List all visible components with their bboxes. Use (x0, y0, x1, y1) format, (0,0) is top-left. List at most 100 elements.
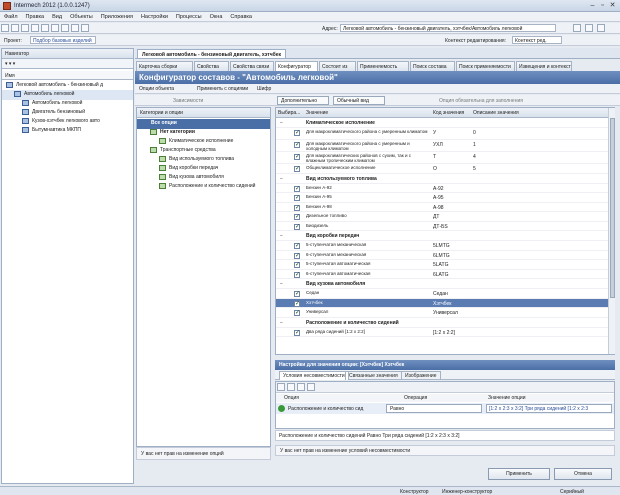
menu-item[interactable]: Файл (0, 12, 22, 20)
grid-row[interactable]: Хэтчбек Хэтчбек (276, 298, 608, 308)
tab-8[interactable]: Извещения и контекст (516, 61, 572, 71)
nav-tree-node[interactable]: Бытумнавтика МКПП (2, 126, 133, 136)
settings-row[interactable]: Расположение и количество сид Равно [1:2… (276, 403, 614, 414)
settings-row-operation[interactable]: Равно (386, 404, 482, 413)
grid-scroll-thumb[interactable] (610, 118, 615, 298)
grid-row[interactable]: Универсал Универсал (276, 308, 608, 318)
grid-row[interactable]: Биодизель ДТ-БS (276, 222, 608, 231)
row-checkbox[interactable] (294, 204, 300, 211)
back-icon[interactable] (1, 24, 9, 32)
grid-row[interactable]: Для макроклиматического района с умеренн… (276, 140, 608, 152)
collapse-icon[interactable]: − (280, 120, 283, 126)
grid-row[interactable]: Дизельное топливо ДТ (276, 212, 608, 222)
grid-row[interactable]: Для макроклиматического района с умеренн… (276, 128, 608, 140)
copy-icon[interactable] (71, 24, 79, 32)
settings-tab-1[interactable]: Связанные значения (345, 371, 402, 380)
row-checkbox[interactable] (294, 242, 300, 249)
apply-options-button[interactable]: Применить с опциями (197, 86, 248, 92)
menu-item[interactable]: Вид (48, 12, 66, 20)
grid-row[interactable]: 5-ступенчатая автоматическая 5LATG (276, 260, 608, 270)
settings-row-value[interactable]: [1:2 х 2:3 х 3:2] Три ряда сидений [1:2 … (486, 404, 612, 413)
project-field[interactable]: Подбор базовых изделий (30, 36, 96, 44)
cancel-button[interactable]: Отмена (554, 468, 612, 480)
menu-item[interactable]: Правка (22, 12, 49, 20)
down-icon[interactable] (307, 383, 315, 391)
row-checkbox[interactable] (294, 300, 300, 307)
settings-tab-0[interactable]: Условия несовместимости (279, 371, 349, 380)
print-icon[interactable] (51, 24, 59, 32)
row-checkbox[interactable] (294, 309, 300, 316)
grid-row[interactable]: 5-ступенчатая механическая 5LMTG (276, 241, 608, 251)
row-checkbox[interactable] (294, 165, 300, 172)
tab-5[interactable]: Применяемость (357, 61, 409, 71)
menu-item[interactable]: Процессы (172, 12, 206, 20)
row-checkbox[interactable] (294, 223, 300, 230)
grid-scrollbar[interactable] (608, 108, 615, 354)
row-checkbox[interactable] (294, 213, 300, 220)
home-icon[interactable] (21, 24, 29, 32)
grid-group-row[interactable]: − Вид коробки передач (276, 231, 608, 241)
grid-group-row[interactable]: − Климатическое исполнение (276, 118, 608, 128)
tab-3[interactable]: Конфигуратор (275, 61, 318, 71)
address-field[interactable]: Легковой автомобиль - бензиновый двигате… (340, 24, 556, 32)
grid-row[interactable]: Бензин А-98 А-98 (276, 203, 608, 212)
view-dropdown[interactable]: Обычный вид (333, 96, 385, 105)
grid-group-row[interactable]: − Вид используемого топлива (276, 174, 608, 184)
document-tab[interactable]: Легковой автомобиль - бензиновый двигате… (137, 49, 286, 59)
delete-condition-icon[interactable] (287, 383, 295, 391)
menu-item[interactable]: Приложения (97, 12, 137, 20)
grid-row[interactable]: Седан Седан (276, 289, 608, 299)
apply-button[interactable]: Применить (488, 468, 550, 480)
grid-group-row[interactable]: − Расположение и количество сидений (276, 318, 608, 328)
grid-row[interactable]: Бензин А-95 А-95 (276, 193, 608, 203)
help-icon[interactable] (597, 24, 605, 32)
cut-icon[interactable] (61, 24, 69, 32)
menu-item[interactable]: Окна (206, 12, 227, 20)
collapse-icon[interactable]: − (280, 176, 283, 182)
category-node[interactable]: Расположение и количество сидений (137, 182, 270, 192)
row-checkbox[interactable] (294, 153, 300, 160)
menu-item[interactable]: Настройки (137, 12, 172, 20)
grid-group-row[interactable]: − Вид кузова автомобиля (276, 279, 608, 289)
grid-row[interactable]: Два ряда сидений [1:2 х 2:2] [1:2 х 2:2] (276, 328, 608, 337)
close-icon[interactable]: ✕ (608, 2, 617, 10)
dependencies-button[interactable]: Зависимости (173, 98, 203, 104)
row-checkbox[interactable] (294, 261, 300, 268)
row-checkbox[interactable] (294, 290, 300, 297)
row-checkbox[interactable] (294, 185, 300, 192)
go-icon[interactable] (573, 24, 581, 32)
collapse-icon[interactable]: − (280, 281, 283, 287)
collapse-icon[interactable]: − (280, 320, 283, 326)
menu-item[interactable]: Справка (226, 12, 256, 20)
stop-icon[interactable] (585, 24, 593, 32)
grid-row[interactable]: 6-ступенчатая механическая 6LMTG (276, 251, 608, 260)
refresh-icon[interactable] (31, 24, 39, 32)
grid-row[interactable]: Для макроклиматических районов с сухим, … (276, 152, 608, 164)
context-field[interactable]: Контекст ред. (512, 36, 562, 44)
row-checkbox[interactable] (294, 252, 300, 259)
row-checkbox[interactable] (294, 329, 300, 336)
up-icon[interactable] (297, 383, 305, 391)
row-checkbox[interactable] (294, 141, 300, 148)
grid-row[interactable]: 6-ступенчатая автоматическая 6LATG (276, 270, 608, 279)
tab-7[interactable]: Поиск применяемости (456, 61, 515, 71)
tab-1[interactable]: Свойства (194, 61, 229, 71)
save-icon[interactable] (41, 24, 49, 32)
add-condition-icon[interactable] (277, 383, 285, 391)
tab-4[interactable]: Состоит из (319, 61, 356, 71)
row-checkbox[interactable] (294, 194, 300, 201)
tab-2[interactable]: Свойства связи (230, 61, 274, 71)
row-checkbox[interactable] (294, 129, 300, 136)
forward-icon[interactable] (11, 24, 19, 32)
additional-button[interactable]: Дополнительно (277, 96, 329, 105)
minimize-icon[interactable]: – (588, 2, 597, 10)
menu-item[interactable]: Объекты (66, 12, 97, 20)
maximize-icon[interactable]: ▫ (598, 2, 607, 10)
settings-tab-2[interactable]: Изображение (401, 371, 441, 380)
cipher-button[interactable]: Шифр (257, 86, 271, 92)
tab-6[interactable]: Поиск состава (410, 61, 455, 71)
collapse-icon[interactable]: − (280, 233, 283, 239)
paste-icon[interactable] (81, 24, 89, 32)
objects-options-button[interactable]: Опции объекта (139, 86, 174, 92)
grid-row[interactable]: Бензин А-92 А-92 (276, 184, 608, 193)
